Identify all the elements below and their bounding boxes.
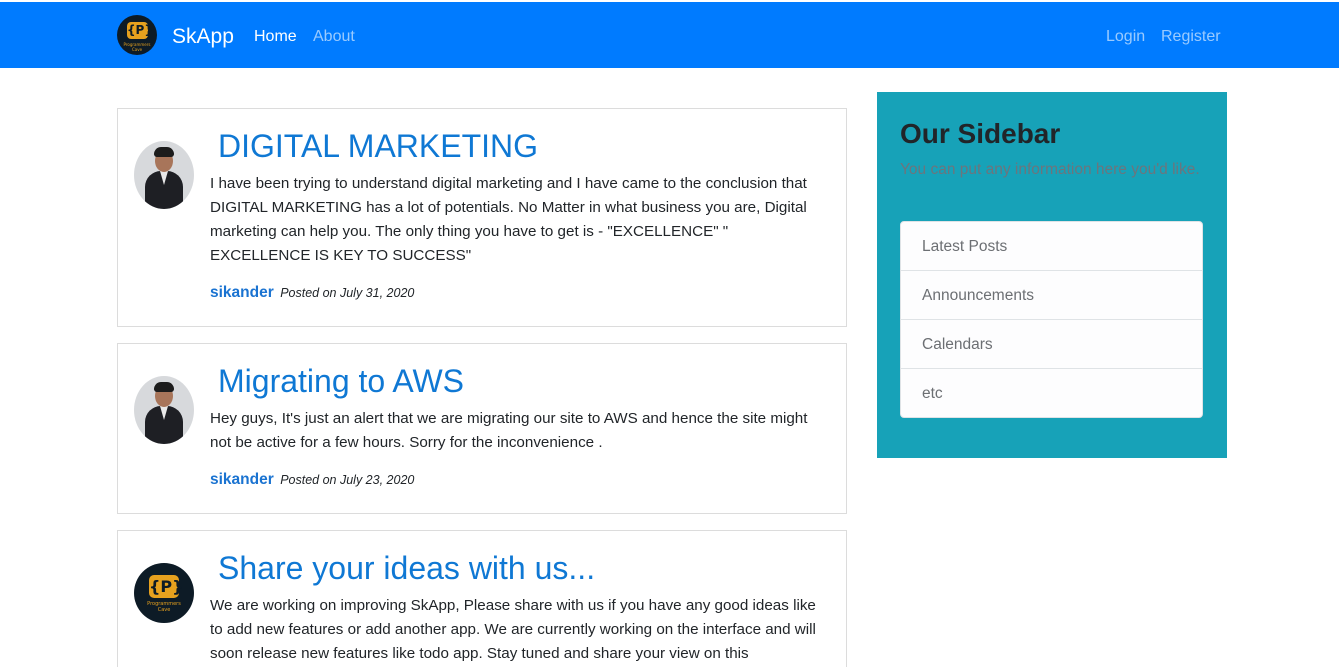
post-meta: sikander Posted on July 31, 2020 bbox=[210, 284, 414, 302]
post-card: {P} Programmers Cave Share your ideas wi… bbox=[117, 530, 847, 667]
nav-about-link[interactable]: About bbox=[313, 27, 355, 47]
post-body: We are working on improving SkApp, Pleas… bbox=[210, 597, 816, 662]
author-link[interactable]: sikander bbox=[210, 284, 274, 301]
post-title-link[interactable]: DIGITAL MARKETING bbox=[218, 126, 538, 166]
nav-login-link[interactable]: Login bbox=[1106, 27, 1145, 47]
post-body: I have been trying to understand digital… bbox=[210, 175, 807, 264]
logo-glyph: {P} bbox=[127, 22, 153, 39]
post-title-link[interactable]: Migrating to AWS bbox=[218, 361, 464, 401]
author-avatar: {P} Programmers Cave bbox=[134, 563, 194, 623]
post-card: DIGITAL MARKETING I have been trying to … bbox=[117, 108, 847, 327]
author-link[interactable]: sikander bbox=[210, 471, 274, 488]
sidebar: Our Sidebar You can put any information … bbox=[877, 92, 1227, 458]
brand-logo[interactable]: {P} Programmers Cave bbox=[117, 15, 157, 55]
post-date: Posted on July 31, 2020 bbox=[280, 286, 415, 300]
sidebar-description: You can put any information here you'd l… bbox=[900, 161, 1200, 178]
logo-text: Programmers Cave bbox=[147, 601, 181, 613]
post-date: Posted on July 23, 2020 bbox=[280, 473, 415, 487]
post-title-link[interactable]: Share your ideas with us... bbox=[218, 548, 595, 588]
sidebar-item-calendars[interactable]: Calendars bbox=[901, 320, 1202, 369]
navbar: {P} Programmers Cave SkApp Home About Lo… bbox=[0, 2, 1339, 68]
post-meta: sikander Posted on July 23, 2020 bbox=[210, 471, 414, 489]
nav-register-link[interactable]: Register bbox=[1161, 27, 1221, 47]
brand-name-link[interactable]: SkApp bbox=[172, 24, 234, 50]
post-body: Hey guys, It's just an alert that we are… bbox=[210, 410, 808, 451]
sidebar-item-announcements[interactable]: Announcements bbox=[901, 271, 1202, 320]
logo-text: Programmers Cave bbox=[123, 42, 151, 52]
sidebar-item-etc[interactable]: etc bbox=[901, 369, 1202, 417]
post-card: Migrating to AWS Hey guys, It's just an … bbox=[117, 343, 847, 514]
author-avatar bbox=[134, 376, 194, 444]
nav-home-link[interactable]: Home bbox=[254, 27, 297, 47]
sidebar-title: Our Sidebar bbox=[900, 118, 1061, 149]
author-avatar bbox=[134, 141, 194, 209]
sidebar-list: Latest Posts Announcements Calendars etc bbox=[900, 221, 1203, 418]
logo-glyph: {P} bbox=[149, 575, 184, 598]
sidebar-item-latest-posts[interactable]: Latest Posts bbox=[901, 222, 1202, 271]
